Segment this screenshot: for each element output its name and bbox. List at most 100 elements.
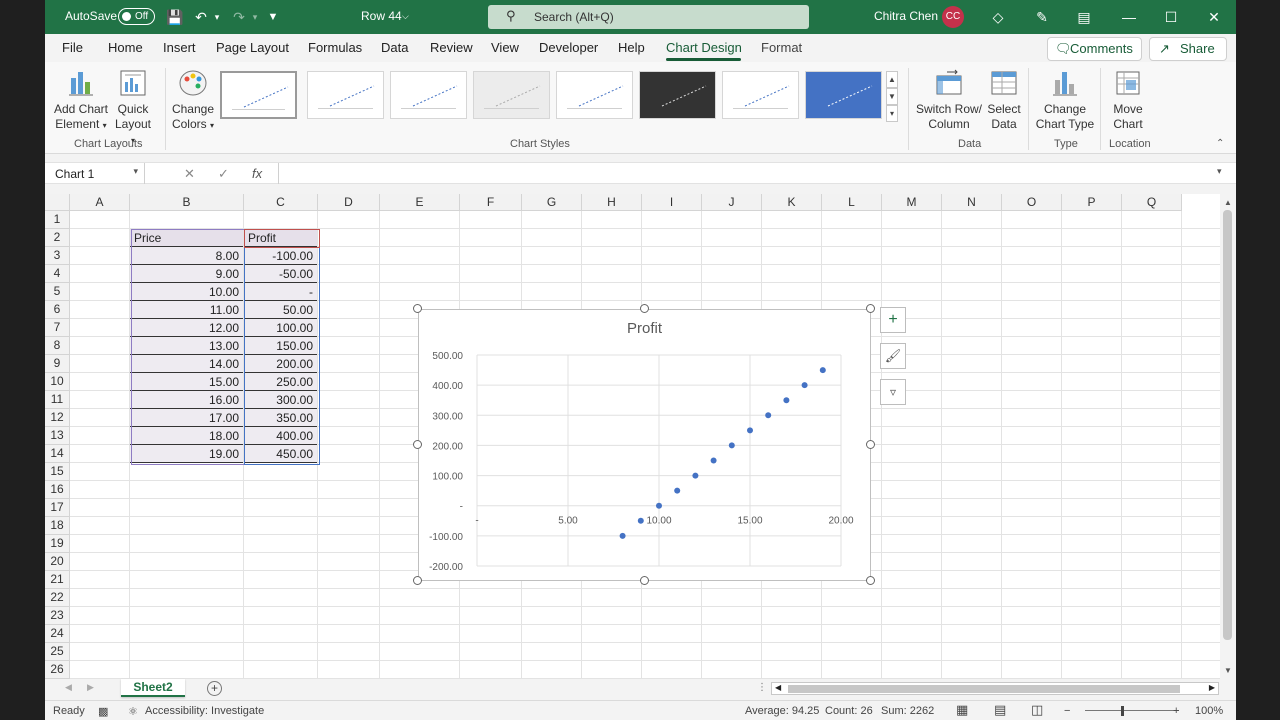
- zoom-in-button[interactable]: +: [1173, 705, 1179, 717]
- cell-price-header[interactable]: Price: [130, 229, 243, 247]
- row-header-6[interactable]: 6: [45, 301, 70, 319]
- cell-price[interactable]: 13.00: [130, 337, 243, 355]
- cell-price[interactable]: 10.00: [130, 283, 243, 301]
- document-title[interactable]: Row 44: [361, 9, 402, 23]
- row-header-15[interactable]: 15: [45, 463, 70, 481]
- column-header-e[interactable]: E: [380, 194, 460, 211]
- formula-input[interactable]: [278, 163, 1230, 184]
- column-header-o[interactable]: O: [1002, 194, 1062, 211]
- cell-price[interactable]: 8.00: [130, 247, 243, 265]
- cell-price[interactable]: 19.00: [130, 445, 243, 463]
- name-box[interactable]: Chart 1 ▾: [50, 163, 145, 184]
- zoom-slider-thumb[interactable]: [1121, 706, 1124, 716]
- cell-profit[interactable]: 200.00: [244, 355, 317, 373]
- autosave-toggle[interactable]: Off: [118, 8, 155, 25]
- row-header-11[interactable]: 11: [45, 391, 70, 409]
- row-header-10[interactable]: 10: [45, 373, 70, 391]
- save-icon[interactable]: 💾: [165, 7, 185, 27]
- status-sum[interactable]: Sum: 2262: [881, 705, 934, 717]
- tab-file[interactable]: File: [62, 40, 83, 55]
- column-header-d[interactable]: D: [318, 194, 380, 211]
- page-layout-view-icon[interactable]: ▤: [994, 702, 1006, 718]
- chart-style-6[interactable]: [639, 71, 716, 119]
- gallery-more-icon[interactable]: ▾: [886, 105, 898, 122]
- zoom-out-button[interactable]: −: [1064, 705, 1070, 717]
- cell-profit[interactable]: 50.00: [244, 301, 317, 319]
- comments-button[interactable]: 🗨 Comments: [1047, 37, 1142, 61]
- enter-icon[interactable]: ✓: [218, 166, 229, 182]
- cell-price[interactable]: 15.00: [130, 373, 243, 391]
- row-header-4[interactable]: 4: [45, 265, 70, 283]
- resize-handle-bottom[interactable]: [640, 576, 649, 585]
- row-header-13[interactable]: 13: [45, 427, 70, 445]
- row-header-7[interactable]: 7: [45, 319, 70, 337]
- row-header-19[interactable]: 19: [45, 535, 70, 553]
- cell-price[interactable]: 12.00: [130, 319, 243, 337]
- row-header-8[interactable]: 8: [45, 337, 70, 355]
- diamond-icon[interactable]: ◇: [988, 7, 1008, 27]
- column-header-a[interactable]: A: [70, 194, 130, 211]
- redo-dropdown-icon[interactable]: ▾: [245, 7, 265, 27]
- page-break-view-icon[interactable]: ◫: [1031, 702, 1043, 718]
- tab-developer[interactable]: Developer: [539, 40, 598, 55]
- tab-view[interactable]: View: [491, 40, 519, 55]
- row-header-9[interactable]: 9: [45, 355, 70, 373]
- horizontal-scroll-thumb[interactable]: [788, 685, 1180, 693]
- resize-handle-left[interactable]: [413, 440, 422, 449]
- search-box[interactable]: ⚲ Search (Alt+Q): [488, 5, 809, 29]
- column-header-m[interactable]: M: [882, 194, 942, 211]
- row-header-26[interactable]: 26: [45, 661, 70, 679]
- row-header-20[interactable]: 20: [45, 553, 70, 571]
- expand-formula-bar-icon[interactable]: ▾: [1217, 166, 1222, 177]
- accessibility-status[interactable]: Accessibility: Investigate: [145, 705, 264, 717]
- row-header-3[interactable]: 3: [45, 247, 70, 265]
- row-header-25[interactable]: 25: [45, 643, 70, 661]
- row-header-17[interactable]: 17: [45, 499, 70, 517]
- resize-handle-bottom-left[interactable]: [413, 576, 422, 585]
- row-header-14[interactable]: 14: [45, 445, 70, 463]
- tab-data[interactable]: Data: [381, 40, 408, 55]
- collapse-ribbon-icon[interactable]: ⌃: [1216, 138, 1224, 149]
- row-header-21[interactable]: 21: [45, 571, 70, 589]
- column-header-i[interactable]: I: [642, 194, 702, 211]
- row-header-22[interactable]: 22: [45, 589, 70, 607]
- column-header-c[interactable]: C: [244, 194, 318, 211]
- insert-function-icon[interactable]: fx: [252, 166, 262, 181]
- cancel-icon[interactable]: ✕: [184, 166, 195, 182]
- select-data-button[interactable]: Select Data: [984, 68, 1024, 132]
- resize-handle-top-right[interactable]: [866, 304, 875, 313]
- chart-object[interactable]: Profit 500.00 400.00 300.00 200.00 100.00- -1…: [418, 309, 871, 581]
- scroll-down-icon[interactable]: ▼: [1220, 664, 1236, 678]
- resize-handle-bottom-right[interactable]: [866, 576, 875, 585]
- row-header-5[interactable]: 5: [45, 283, 70, 301]
- close-icon[interactable]: ✕: [1204, 7, 1224, 27]
- customize-qat-icon[interactable]: ▼: [263, 7, 283, 27]
- chart-elements-plus-icon[interactable]: +: [880, 307, 906, 333]
- scroll-right-icon[interactable]: ▶: [1209, 683, 1215, 692]
- add-sheet-icon[interactable]: +: [207, 681, 222, 696]
- scroll-left-icon[interactable]: ◀: [775, 683, 781, 692]
- chart-style-1[interactable]: [220, 71, 297, 119]
- status-average[interactable]: Average: 94.25: [745, 705, 819, 717]
- scroll-up-icon[interactable]: ▲: [1220, 196, 1236, 210]
- resize-handle-right[interactable]: [866, 440, 875, 449]
- quick-layout-button[interactable]: Quick Layout ▾: [113, 68, 153, 148]
- chart-style-8[interactable]: [805, 71, 882, 119]
- tab-formulas[interactable]: Formulas: [308, 40, 362, 55]
- accessibility-icon[interactable]: ⚛: [128, 705, 138, 718]
- status-count[interactable]: Count: 26: [825, 705, 873, 717]
- change-chart-type-button[interactable]: Change Chart Type: [1034, 68, 1096, 132]
- chart-style-4[interactable]: [473, 71, 550, 119]
- resize-handle-top[interactable]: [640, 304, 649, 313]
- select-all-corner[interactable]: [45, 194, 70, 211]
- cell-price[interactable]: 17.00: [130, 409, 243, 427]
- share-button[interactable]: ↗ Share: [1149, 37, 1227, 61]
- chart-style-2[interactable]: [307, 71, 384, 119]
- column-header-j[interactable]: J: [702, 194, 762, 211]
- add-chart-element-button[interactable]: Add Chart Element ▾: [53, 68, 109, 133]
- maximize-icon[interactable]: ☐: [1161, 7, 1181, 27]
- user-name[interactable]: Chitra Chen: [874, 9, 938, 23]
- title-chevron-icon[interactable]: ⌵: [402, 11, 409, 22]
- chart-style-7[interactable]: [722, 71, 799, 119]
- chart-style-5[interactable]: [556, 71, 633, 119]
